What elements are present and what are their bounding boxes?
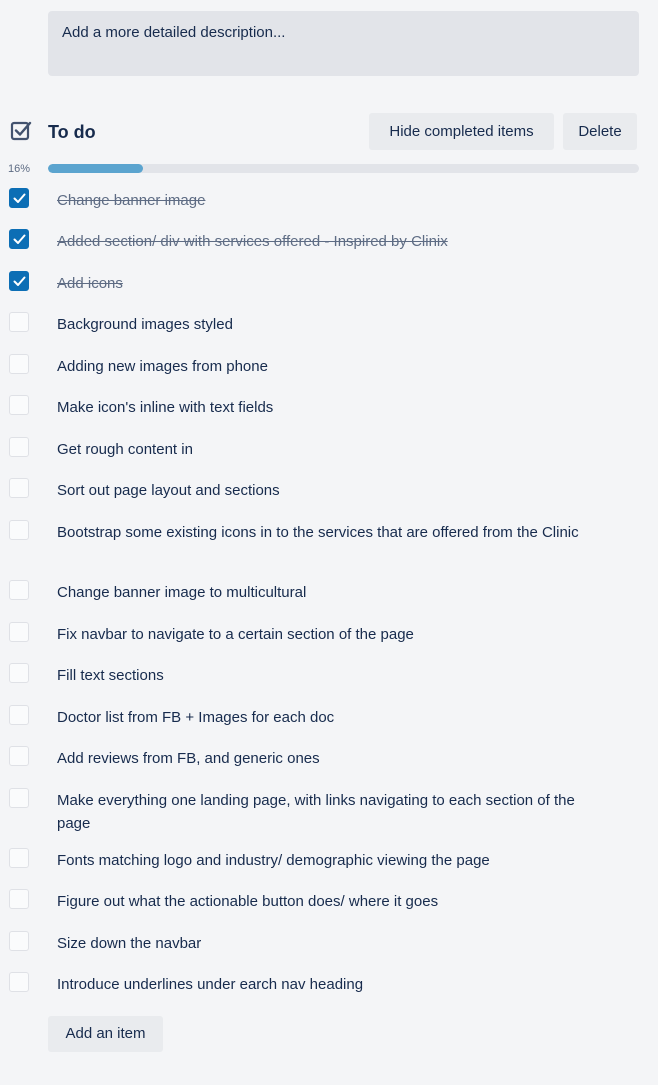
item-label[interactable]: Add icons bbox=[57, 272, 597, 295]
item-checkbox[interactable] bbox=[9, 188, 29, 208]
item-checkbox[interactable] bbox=[9, 663, 29, 683]
item-checkbox[interactable] bbox=[9, 788, 29, 808]
item-label[interactable]: Size down the navbar bbox=[57, 932, 597, 955]
checklist-title: To do bbox=[48, 122, 96, 142]
item-checkbox[interactable] bbox=[9, 972, 29, 992]
item-label[interactable]: Get rough content in bbox=[57, 438, 597, 461]
item-label[interactable]: Introduce underlines under earch nav hea… bbox=[57, 973, 597, 996]
item-label[interactable]: Make everything one landing page, with l… bbox=[57, 789, 597, 835]
item-label[interactable]: Doctor list from FB + Images for each do… bbox=[57, 706, 597, 729]
item-label[interactable]: Adding new images from phone bbox=[57, 355, 597, 378]
progress-bar-fill bbox=[48, 164, 143, 173]
progress-percent: 16% bbox=[8, 163, 31, 175]
add-item-button[interactable]: Add an item bbox=[48, 1016, 163, 1052]
item-checkbox[interactable] bbox=[9, 395, 29, 415]
item-label[interactable]: Added section/ div with services offered… bbox=[57, 230, 597, 253]
item-checkbox[interactable] bbox=[9, 705, 29, 725]
item-checkbox[interactable] bbox=[9, 312, 29, 332]
item-checkbox[interactable] bbox=[9, 580, 29, 600]
item-label[interactable]: Add reviews from FB, and generic ones bbox=[57, 747, 597, 770]
item-checkbox[interactable] bbox=[9, 931, 29, 951]
checklist-icon bbox=[10, 121, 32, 141]
checklist-panel: Add a more detailed description... To do… bbox=[0, 0, 658, 1085]
item-checkbox[interactable] bbox=[9, 354, 29, 374]
item-label[interactable]: Change banner image to multicultural bbox=[57, 581, 597, 604]
item-checkbox[interactable] bbox=[9, 229, 29, 249]
item-label[interactable]: Sort out page layout and sections bbox=[57, 479, 597, 502]
check-icon bbox=[13, 276, 26, 286]
item-checkbox[interactable] bbox=[9, 520, 29, 540]
item-checkbox[interactable] bbox=[9, 271, 29, 291]
item-label[interactable]: Fonts matching logo and industry/ demogr… bbox=[57, 849, 597, 872]
item-label[interactable]: Bootstrap some existing icons in to the … bbox=[57, 521, 597, 544]
progress-row: 16% bbox=[0, 161, 658, 177]
item-label[interactable]: Make icon's inline with text fields bbox=[57, 396, 597, 419]
description-placeholder: Add a more detailed description... bbox=[62, 24, 286, 41]
item-checkbox[interactable] bbox=[9, 622, 29, 642]
check-icon bbox=[13, 234, 26, 244]
item-label[interactable]: Figure out what the actionable button do… bbox=[57, 890, 597, 913]
item-label[interactable]: Background images styled bbox=[57, 313, 597, 336]
item-checkbox[interactable] bbox=[9, 478, 29, 498]
checklist-header: To do Hide completed items Delete bbox=[0, 113, 658, 151]
item-checkbox[interactable] bbox=[9, 848, 29, 868]
progress-bar bbox=[48, 164, 639, 173]
item-checkbox[interactable] bbox=[9, 746, 29, 766]
item-label[interactable]: Change banner image bbox=[57, 189, 597, 212]
hide-completed-button[interactable]: Hide completed items bbox=[369, 113, 554, 150]
delete-checklist-button[interactable]: Delete bbox=[563, 113, 637, 150]
item-checkbox[interactable] bbox=[9, 889, 29, 909]
description-field[interactable]: Add a more detailed description... bbox=[48, 11, 639, 76]
item-label[interactable]: Fill text sections bbox=[57, 664, 597, 687]
check-icon bbox=[13, 193, 26, 203]
item-checkbox[interactable] bbox=[9, 437, 29, 457]
item-label[interactable]: Fix navbar to navigate to a certain sect… bbox=[57, 623, 597, 646]
